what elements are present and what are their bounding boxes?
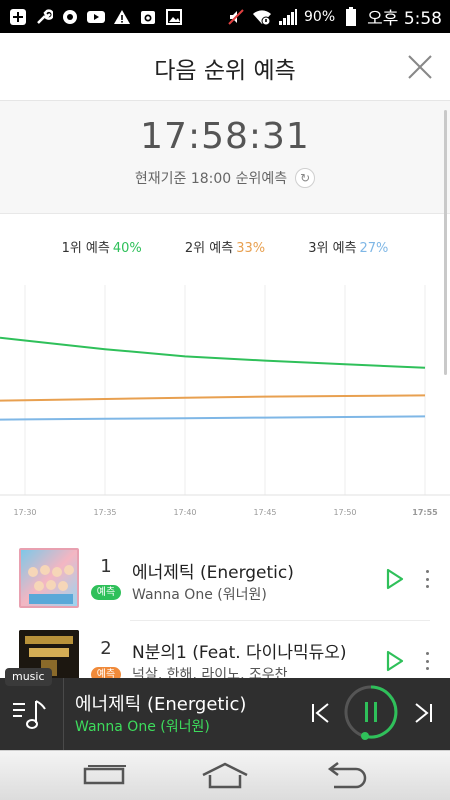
recent-apps-button[interactable] [80,761,130,791]
playlist-icon[interactable] [10,693,52,735]
plus-square-icon [8,7,28,27]
close-button[interactable] [406,53,434,81]
legend-pct: 27% [359,241,389,256]
song-row-1[interactable]: 1 예측 에너제틱 (Energetic) Wanna One (워너원) [0,542,450,617]
next-button[interactable] [408,698,438,728]
more-options-icon[interactable] [420,568,434,590]
music-tag: music [5,668,52,686]
status-bar: 90% 오후 5:58 [0,0,450,33]
legend-label: 3위 예측 [308,241,357,256]
system-nav-bar [0,750,450,800]
youtube-icon [86,7,106,27]
basis-row: 현재기준 18:00 순위예측 ↻ [0,168,450,188]
basis-text: 현재기준 18:00 순위예측 [134,171,288,187]
play-button[interactable] [383,568,405,590]
previous-button[interactable] [306,698,336,728]
x-tick-label: 17:45 [253,508,276,517]
back-icon [327,762,367,789]
series-line-2 [0,394,426,402]
image-icon [164,7,184,27]
status-time: 오후 5:58 [367,9,442,29]
play-icon [386,650,404,672]
home-icon [202,762,248,789]
warning-icon [112,7,132,27]
rank-number: 2 [100,638,112,659]
pause-button[interactable] [342,683,400,741]
song-title: 에너제틱 (Energetic) [132,563,294,583]
series-line-1 [0,336,426,369]
next-icon [415,703,432,723]
play-button[interactable] [383,650,405,672]
pause-icon [344,685,398,740]
countdown-panel: 17:58:31 현재기준 18:00 순위예측 ↻ [0,101,450,214]
song-artist: Wanna One (워너원) [132,587,267,603]
now-playing-artist: Wanna One (워너원) [75,719,210,735]
legend-label: 2위 예측 [184,241,234,256]
prediction-badge: 예측 [91,585,121,600]
x-tick-label: 17:35 [93,508,116,517]
battery-icon [341,6,361,27]
battery-percent: 90% [304,8,336,25]
legend-pct: 40% [112,241,142,256]
wifi-icon [252,7,272,27]
player-divider [63,678,64,750]
countdown-clock: 17:58:31 [140,116,310,157]
header: 다음 순위 예측 [0,33,450,101]
play-icon [386,568,404,590]
close-icon [408,55,432,79]
x-tick-label: 17:55 [412,508,438,517]
rank-number: 1 [100,556,112,577]
chart-svg: 17:30 17:35 17:40 17:45 17:50 17:55 [0,285,450,517]
back-button[interactable] [320,761,370,791]
rank-prediction-chart: 17:30 17:35 17:40 17:45 17:50 17:55 [0,285,450,525]
wrench-icon [34,7,54,27]
home-button[interactable] [200,761,250,791]
signal-icon [278,7,298,27]
refresh-icon[interactable]: ↻ [295,168,316,188]
mute-icon [226,7,246,27]
legend-item-2: 2위 예측 33% [185,237,265,256]
music-note-icon [60,7,80,27]
x-tick-label: 17:30 [13,508,36,517]
legend-item-1: 1위 예측 40% [62,237,142,256]
song-title: N분의1 (Feat. 다이나믹듀오) [132,643,347,663]
legend-item-3: 3위 예측 27% [308,237,388,256]
legend-pct: 33% [236,241,266,256]
album-art [19,548,79,608]
x-tick-label: 17:40 [173,508,196,517]
camera-icon [138,7,158,27]
more-options-icon[interactable] [420,650,434,672]
series-line-3 [0,415,426,421]
divider [130,620,430,621]
now-playing-title: 에너제틱 (Energetic) [75,694,247,715]
legend-label: 1위 예측 [61,241,110,256]
x-tick-label: 17:50 [333,508,356,517]
chart-legend: 1위 예측 40% 2위 예측 33% 3위 예측 27% [0,237,450,256]
page-title: 다음 순위 예측 [154,58,296,84]
previous-icon [312,703,329,723]
recent-apps-icon [83,765,126,785]
